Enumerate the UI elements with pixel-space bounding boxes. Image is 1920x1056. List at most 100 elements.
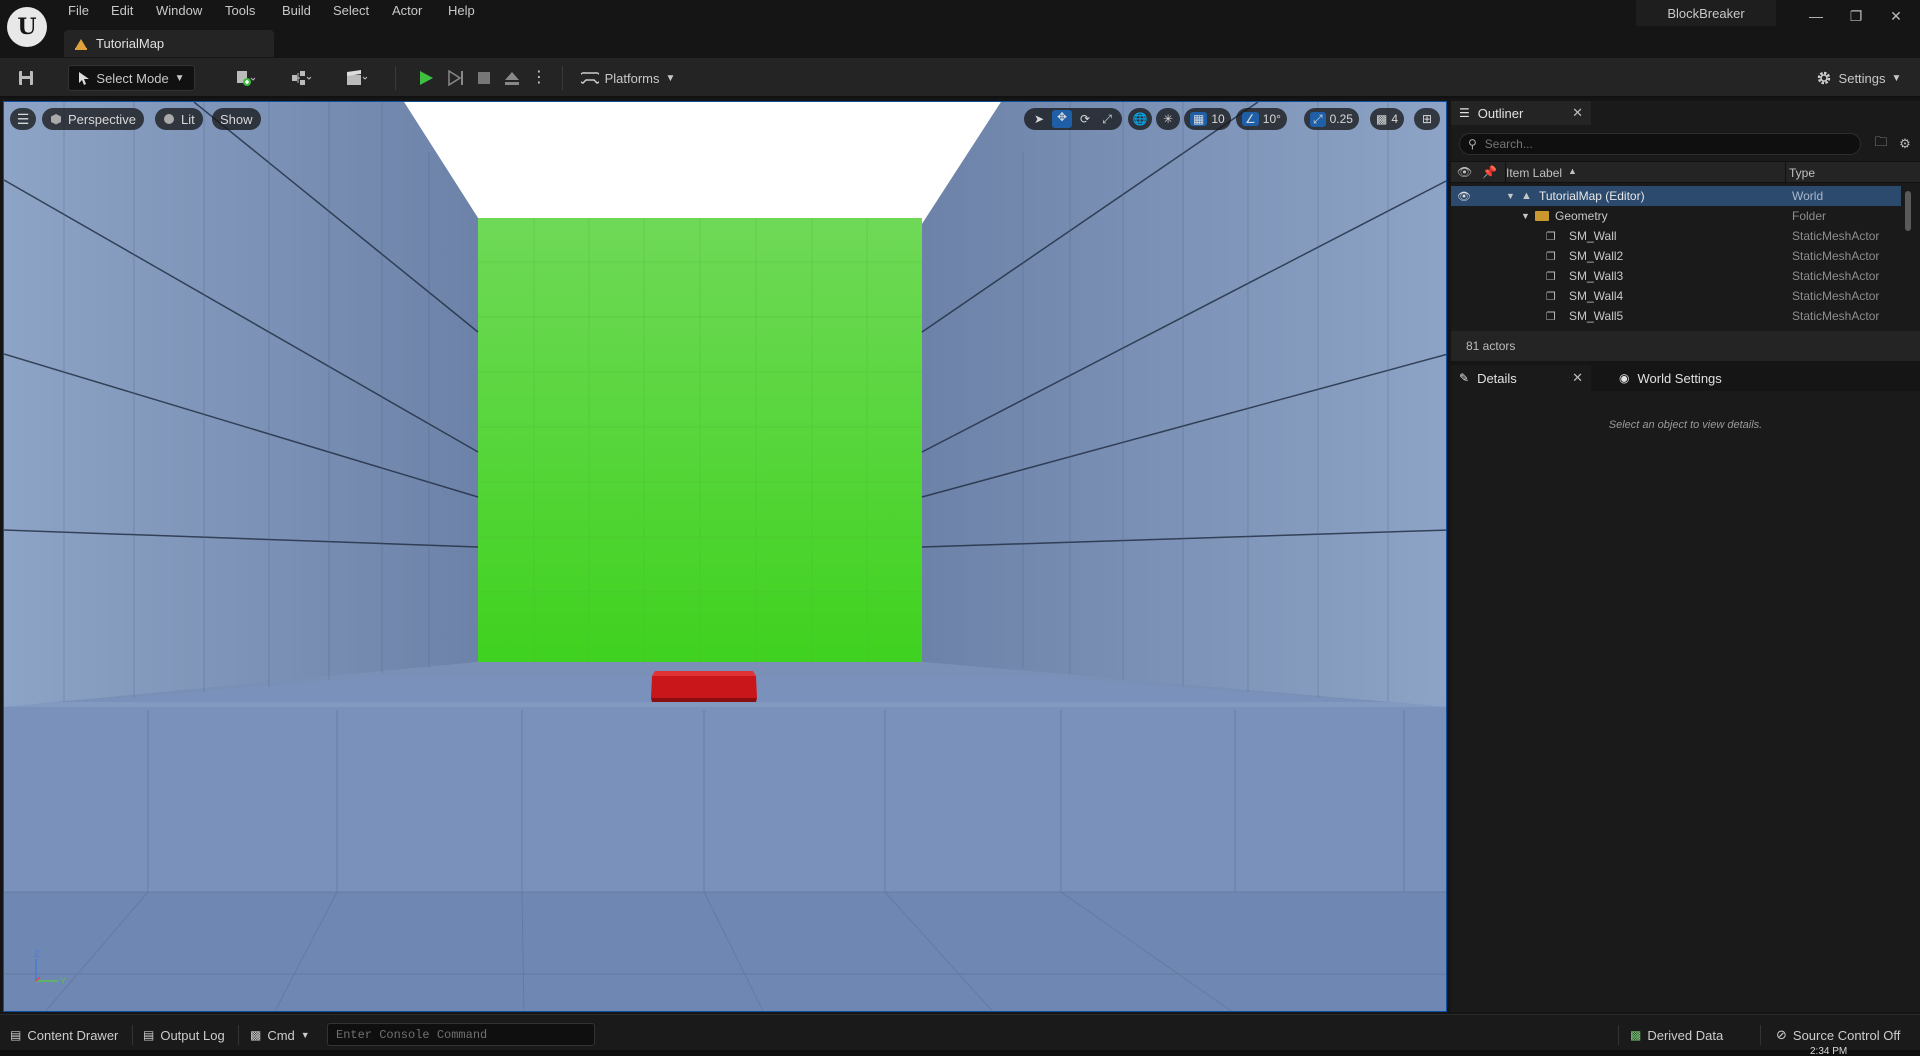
cmd-dropdown[interactable]: ▩ Cmd ▼ bbox=[250, 1023, 310, 1047]
viewport-layout-button[interactable]: ⊞ bbox=[1414, 108, 1440, 130]
move-tool-icon[interactable]: ✥ bbox=[1052, 110, 1072, 128]
save-button[interactable] bbox=[12, 65, 40, 91]
menu-window[interactable]: Window bbox=[156, 3, 202, 21]
output-log-label: Output Log bbox=[160, 1027, 225, 1043]
menu-select[interactable]: Select bbox=[333, 3, 369, 21]
static-mesh-icon: ❐ bbox=[1546, 270, 1556, 283]
outliner-row-world[interactable]: 👁 ▼ ▲ TutorialMap (Editor) World bbox=[1451, 186, 1901, 206]
content-drawer-icon: ▤ bbox=[10, 1028, 22, 1042]
grid-snap-value: 10 bbox=[1211, 112, 1225, 126]
select-tool-icon[interactable]: ➤ bbox=[1030, 112, 1048, 126]
menu-actor[interactable]: Actor bbox=[392, 3, 422, 21]
close-icon[interactable]: ✕ bbox=[1572, 370, 1583, 386]
add-folder-button[interactable]: 🗀 bbox=[1871, 134, 1891, 154]
outliner-row-actor[interactable]: ❐ SM_Wall4 StaticMeshActor bbox=[1451, 286, 1901, 306]
advance-frame-button[interactable] bbox=[442, 65, 470, 91]
cmd-label: Cmd bbox=[267, 1027, 295, 1043]
minimize-button[interactable]: — bbox=[1796, 2, 1836, 30]
scale-snap-button[interactable]: ⤢ 0.25 bbox=[1304, 108, 1359, 130]
source-control-button[interactable]: ⊘ Source Control Off bbox=[1776, 1023, 1900, 1047]
level-viewport[interactable]: ☰ Perspective Lit Show ➤ ✥ ⟳ ⤢ 🌐 ✳ ▦ 10 bbox=[3, 101, 1447, 1012]
menu-build[interactable]: Build bbox=[282, 3, 311, 21]
level-tab[interactable]: TutorialMap bbox=[64, 30, 274, 57]
eye-icon[interactable]: 👁 bbox=[1457, 190, 1471, 203]
static-mesh-icon: ❐ bbox=[1546, 250, 1556, 263]
eject-icon bbox=[505, 72, 519, 85]
globe-icon: ◉ bbox=[1619, 371, 1630, 385]
play-options-button[interactable]: ⋮ bbox=[528, 65, 550, 91]
axis-gizmo: Z Y bbox=[34, 949, 66, 986]
type-column-header[interactable]: Type bbox=[1789, 166, 1815, 180]
collapse-arrow-icon[interactable]: ▼ bbox=[1506, 191, 1515, 201]
derived-data-label: Derived Data bbox=[1647, 1027, 1724, 1043]
rotate-tool-icon[interactable]: ⟳ bbox=[1076, 112, 1094, 126]
menu-help[interactable]: Help bbox=[448, 3, 475, 21]
grid-snap-button[interactable]: ▦ 10 bbox=[1184, 108, 1231, 130]
outliner-row-folder[interactable]: ▼ Geometry Folder bbox=[1451, 206, 1901, 226]
view-mode-button[interactable]: Lit bbox=[155, 108, 203, 130]
outliner-settings-button[interactable]: ⚙ bbox=[1895, 134, 1915, 154]
viewport-menu-button[interactable]: ☰ bbox=[10, 108, 36, 130]
outliner-scrollbar[interactable] bbox=[1905, 191, 1911, 231]
item-label-column[interactable]: Item Label ▲ bbox=[1506, 166, 1577, 180]
world-settings-tab[interactable]: ◉ World Settings bbox=[1611, 365, 1791, 391]
menu-file[interactable]: File bbox=[68, 3, 89, 21]
row-label: Geometry bbox=[1555, 209, 1608, 223]
row-type: Folder bbox=[1792, 209, 1827, 223]
camera-speed-button[interactable]: ▩ 4 bbox=[1370, 108, 1405, 130]
pin-column-icon[interactable]: 📌 bbox=[1482, 165, 1497, 179]
close-button[interactable]: ✕ bbox=[1876, 2, 1916, 30]
title-bar: U File Edit Window Tools Build Select Ac… bbox=[0, 0, 1920, 58]
world-space-button[interactable]: 🌐 bbox=[1128, 108, 1152, 130]
outliner-row-actor[interactable]: ❐ SM_Wall5 StaticMeshActor bbox=[1451, 306, 1901, 326]
outliner-tab-label: Outliner bbox=[1477, 105, 1524, 121]
outliner-search-input[interactable] bbox=[1484, 137, 1825, 151]
layout-grid-icon: ⊞ bbox=[1421, 112, 1433, 126]
more-options-icon: ⋮ bbox=[531, 69, 547, 86]
settings-dropdown[interactable]: Settings ▼ bbox=[1808, 65, 1908, 91]
menu-edit[interactable]: Edit bbox=[111, 3, 133, 21]
static-mesh-icon: ❐ bbox=[1546, 230, 1556, 243]
scale-snap-value: 0.25 bbox=[1329, 112, 1353, 126]
outliner-panel: ☰ Outliner ✕ ⚲ 🗀 ⚙ 👁 📌 Item Label ▲ Type bbox=[1451, 101, 1920, 361]
outliner-row-actor[interactable]: ❐ SM_Wall2 StaticMeshActor bbox=[1451, 246, 1901, 266]
show-button[interactable]: Show bbox=[212, 108, 261, 130]
cinematics-button[interactable] bbox=[336, 65, 378, 91]
outliner-tab[interactable]: ☰ Outliner ✕ bbox=[1451, 101, 1591, 125]
unreal-logo-icon[interactable]: U bbox=[7, 7, 47, 47]
search-icon: ⚲ bbox=[1468, 137, 1477, 151]
collapse-arrow-icon[interactable]: ▼ bbox=[1521, 211, 1530, 221]
rotation-snap-button[interactable]: ∠ 10° bbox=[1236, 108, 1287, 130]
derived-data-button[interactable]: ▩ Derived Data bbox=[1630, 1023, 1723, 1047]
source-control-off-icon: ⊘ bbox=[1776, 1027, 1787, 1042]
console-command-input[interactable] bbox=[327, 1023, 595, 1046]
platforms-dropdown[interactable]: Platforms ▼ bbox=[578, 65, 678, 91]
perspective-button[interactable]: Perspective bbox=[42, 108, 144, 130]
select-mode-dropdown[interactable]: Select Mode ▼ bbox=[68, 65, 195, 91]
play-button[interactable] bbox=[412, 65, 440, 91]
gear-icon bbox=[1817, 71, 1830, 85]
blueprints-button[interactable] bbox=[282, 65, 322, 91]
row-label: SM_Wall3 bbox=[1569, 269, 1624, 283]
axis-y-label: Y bbox=[60, 976, 66, 986]
close-icon[interactable]: ✕ bbox=[1572, 105, 1583, 121]
output-log-button[interactable]: ▤ Output Log bbox=[143, 1023, 225, 1047]
add-content-button[interactable] bbox=[226, 65, 266, 91]
content-drawer-button[interactable]: ▤ Content Drawer bbox=[10, 1023, 118, 1047]
terminal-icon: ▩ bbox=[250, 1028, 262, 1042]
outliner-row-actor[interactable]: ❐ SM_Wall StaticMeshActor bbox=[1451, 226, 1901, 246]
folder-icon bbox=[1535, 211, 1549, 221]
visibility-column-icon[interactable]: 👁 bbox=[1457, 165, 1472, 179]
details-tab[interactable]: ✎ Details ✕ bbox=[1451, 365, 1591, 391]
surface-snap-button[interactable]: ✳ bbox=[1156, 108, 1180, 130]
restore-button[interactable]: ❐ bbox=[1836, 2, 1876, 30]
outliner-row-actor[interactable]: ❐ SM_Wall3 StaticMeshActor bbox=[1451, 266, 1901, 286]
row-type: World bbox=[1792, 189, 1824, 203]
outliner-search[interactable]: ⚲ bbox=[1459, 133, 1861, 155]
camera-icon: ▩ bbox=[1376, 112, 1388, 126]
eject-button[interactable] bbox=[498, 65, 526, 91]
scale-tool-icon[interactable]: ⤢ bbox=[1098, 112, 1116, 127]
rotation-snap-value: 10° bbox=[1262, 112, 1281, 126]
stop-button[interactable] bbox=[470, 65, 498, 91]
menu-tools[interactable]: Tools bbox=[225, 3, 255, 21]
